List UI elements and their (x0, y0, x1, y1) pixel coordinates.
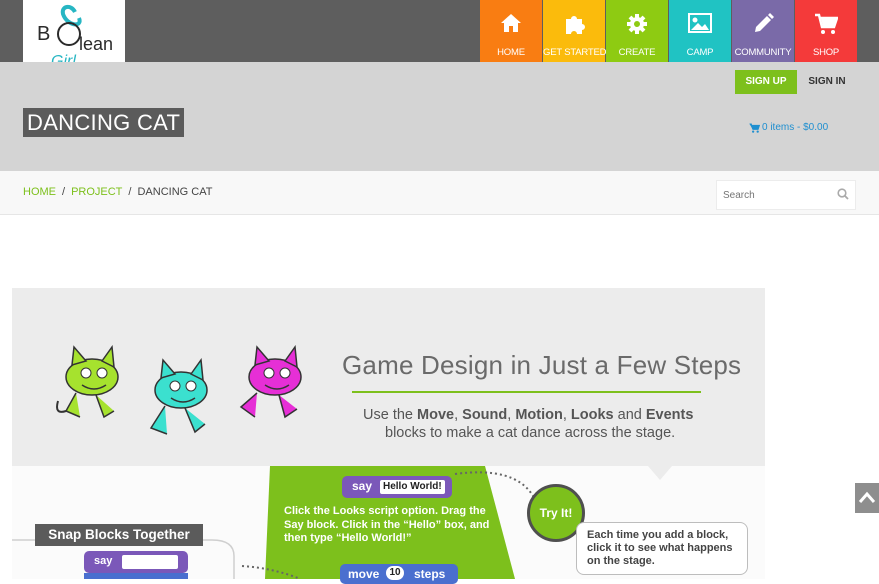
cart-icon (749, 122, 760, 133)
tip-bubble: Each time you add a block, click it to s… (576, 522, 748, 575)
snap-blocks-heading: Snap Blocks Together (35, 524, 203, 546)
svg-text:B: B (37, 23, 50, 45)
nav-create-label: CREATE (618, 47, 656, 58)
page-title: DANCING CAT (23, 108, 185, 137)
snap-say-block: say (84, 551, 188, 573)
nav-community-label: COMMUNITY (734, 47, 792, 58)
nav-home[interactable]: HOME (480, 0, 542, 62)
logo-graphic: B lean Girl (37, 5, 113, 70)
gear-icon (627, 14, 647, 34)
move-block-value: 10 (386, 566, 404, 580)
cart-summary-text: 0 items - $0.00 (762, 122, 829, 133)
say-block-word: say (352, 479, 373, 493)
subtitle-prefix: Use the (363, 407, 413, 423)
snap-say-word: say (94, 555, 113, 567)
move-block: move 10 steps (340, 564, 458, 584)
banner-title: Game Design in Just a Few Steps (342, 350, 742, 380)
cart-summary-link[interactable]: 0 items - $0.00 (749, 122, 828, 133)
keyword-looks: Looks (570, 407, 614, 423)
nav-shop[interactable]: SHOP (795, 0, 857, 62)
breadcrumb-project[interactable]: PROJECT (71, 186, 122, 198)
nav-shop-label: SHOP (812, 47, 840, 58)
banner-subtitle-line2: blocks to make a cat dance across the st… (385, 425, 676, 441)
sign-up-button[interactable]: SIGN UP (735, 70, 797, 94)
puzzle-icon (566, 16, 585, 34)
banner-subtitle-line1: Use the Move, Sound, Motion, Looks and E… (363, 407, 694, 423)
snap-say-input (122, 555, 178, 569)
breadcrumb: HOME / PROJECT / DANCING CAT (23, 186, 212, 198)
nav-community[interactable]: COMMUNITY (732, 0, 794, 62)
banner-divider (352, 391, 701, 393)
home-icon (501, 14, 521, 32)
nav-camp[interactable]: CAMP (669, 0, 731, 62)
subtitle-and: and (617, 407, 642, 423)
main-nav: HOME GET STARTED CREATE CAMP COMMUNITY S… (480, 0, 857, 62)
search-icon[interactable] (837, 188, 849, 200)
breadcrumb-current: DANCING CAT (137, 186, 213, 198)
nav-get-started-label: GET STARTED (543, 47, 607, 58)
nav-camp-label: CAMP (686, 47, 714, 58)
step-instruction: Click the Looks script option. Drag the … (284, 505, 490, 544)
chevron-up-icon (858, 491, 876, 503)
sign-in-button[interactable]: SIGN IN (800, 70, 854, 94)
teal-cat-image (149, 358, 208, 435)
svg-text:lean: lean (79, 34, 113, 54)
keyword-motion: Motion (515, 407, 563, 423)
breadcrumb-separator: / (128, 186, 132, 198)
breadcrumb-home[interactable]: HOME (23, 186, 56, 198)
breadcrumb-separator: / (62, 186, 66, 198)
back-to-top-button[interactable] (855, 483, 879, 513)
snap-next-block (84, 573, 188, 579)
search-box (716, 180, 856, 210)
nav-home-label: HOME (497, 47, 525, 58)
green-cat-image (56, 345, 119, 419)
image-icon (688, 13, 712, 33)
say-block: say Hello World! (342, 476, 452, 498)
site-logo[interactable]: B lean Girl (23, 0, 125, 70)
say-block-value: Hello World! (380, 480, 445, 494)
search-input[interactable] (717, 181, 839, 209)
speech-notch (648, 466, 672, 480)
cart-icon (815, 13, 838, 34)
nav-get-started[interactable]: GET STARTED (543, 0, 607, 62)
magenta-cat-image (239, 345, 302, 419)
keyword-move: Move (417, 407, 455, 423)
keyword-events: Events (645, 407, 694, 423)
keyword-sound: Sound (462, 407, 508, 423)
nav-create[interactable]: CREATE (606, 0, 668, 62)
pencil-icon (755, 13, 774, 32)
